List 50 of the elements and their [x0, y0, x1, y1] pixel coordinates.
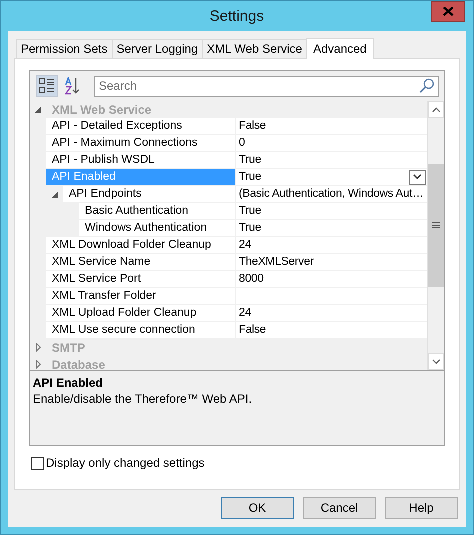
property-value[interactable]: 24 — [239, 307, 252, 319]
scrollbar[interactable] — [427, 101, 444, 370]
expand-icon[interactable] — [36, 360, 40, 369]
close-button[interactable] — [431, 1, 465, 22]
window-title: Settings — [210, 8, 264, 24]
property-name[interactable]: XML Transfer Folder — [46, 288, 235, 304]
dialog-button[interactable]: Cancel — [303, 497, 376, 519]
property-name[interactable]: XML Use secure connection — [46, 322, 235, 338]
property-name[interactable]: API - Detailed Exceptions — [46, 118, 235, 134]
grip-icon[interactable] — [432, 222, 440, 229]
property-name[interactable]: API Endpoints — [63, 186, 235, 202]
checkbox-label[interactable]: Display only changed settings — [46, 456, 205, 470]
checkbox[interactable] — [31, 456, 44, 470]
description-title: API Enabled — [33, 376, 104, 390]
property-name[interactable]: XML Download Folder Cleanup — [46, 237, 235, 253]
property-name[interactable]: XML Upload Folder Cleanup — [46, 305, 235, 321]
property-value[interactable]: True — [239, 222, 262, 234]
dialog-button[interactable]: Help — [385, 497, 458, 519]
property-value[interactable]: 24 — [239, 239, 252, 251]
property-value[interactable]: 0 — [239, 137, 246, 149]
property-name[interactable]: XML Service Name — [46, 254, 235, 270]
property-value[interactable]: (Basic Authentication, Windows Aut… — [239, 188, 424, 200]
property-name[interactable]: Windows Authentication — [79, 220, 235, 236]
tab[interactable]: Permission Sets — [16, 39, 113, 58]
collapse-icon[interactable] — [35, 106, 41, 112]
property-value[interactable]: True — [239, 154, 262, 166]
dropdown-button[interactable] — [409, 170, 426, 184]
property-name[interactable]: Basic Authentication — [79, 203, 235, 219]
property-value[interactable]: 8000 — [239, 273, 264, 285]
property-name[interactable]: XML Service Port — [46, 271, 235, 287]
close-icon — [442, 7, 454, 16]
categorized-view-button[interactable] — [36, 75, 58, 97]
chevron-down-icon[interactable] — [432, 358, 440, 364]
search-icon — [419, 78, 435, 94]
property-value[interactable]: False — [239, 120, 266, 132]
property-value[interactable]: False — [239, 324, 266, 336]
chevron-down-icon — [413, 174, 422, 180]
tab[interactable]: Server Logging — [112, 39, 204, 58]
property-name[interactable]: API - Maximum Connections — [46, 135, 235, 151]
chevron-up-icon[interactable] — [432, 106, 440, 112]
property-name[interactable]: API - Publish WSDL — [46, 152, 235, 168]
tab[interactable]: Advanced — [306, 38, 374, 59]
property-value[interactable]: TheXMLServer — [239, 256, 314, 268]
search-field[interactable]: Search — [94, 76, 439, 96]
property-value[interactable]: True — [239, 171, 262, 183]
expand-icon[interactable] — [36, 343, 40, 352]
collapse-icon[interactable] — [52, 192, 58, 198]
description-text: Enable/disable the Therefore™ Web API. — [33, 392, 254, 406]
dialog-button[interactable]: OK — [221, 497, 294, 519]
property-value[interactable]: True — [239, 205, 262, 217]
